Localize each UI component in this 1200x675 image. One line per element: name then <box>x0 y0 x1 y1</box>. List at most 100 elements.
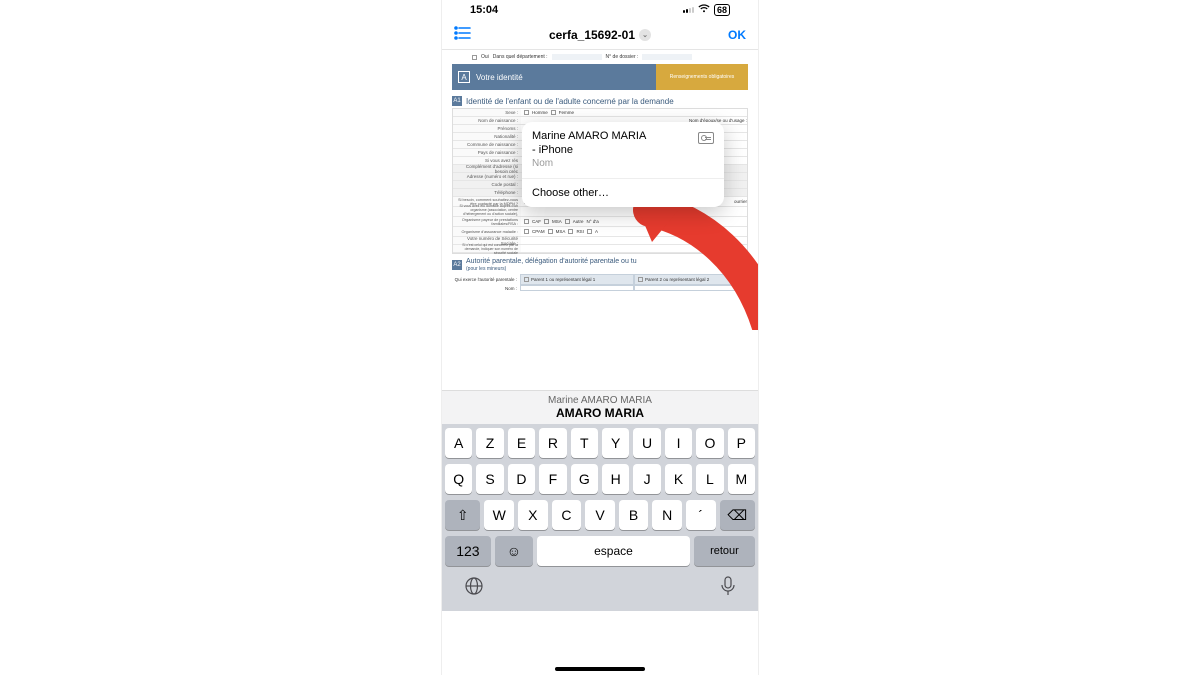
battery-icon: 68 <box>714 4 730 16</box>
key-e[interactable]: E <box>508 428 535 458</box>
key-a[interactable]: A <box>445 428 472 458</box>
dossier-field[interactable] <box>642 54 692 60</box>
key-j[interactable]: J <box>633 464 660 494</box>
key-row-2: Q S D F G H J K L M <box>445 464 755 494</box>
field-p1-nom[interactable] <box>520 285 634 291</box>
cb-femme[interactable] <box>551 110 556 115</box>
lbl-nss2: Si c'est celui qui est concerné par la d… <box>453 245 521 252</box>
lbl-nom-naissance: Nom de naissance : <box>453 117 521 124</box>
lbl-femme: Femme <box>559 110 574 115</box>
lbl-rsi: RSI <box>576 229 584 234</box>
oui-checkbox[interactable] <box>472 55 477 60</box>
key-v[interactable]: V <box>585 500 615 530</box>
status-bar: 15:04 68 <box>442 0 758 20</box>
lbl-a: A <box>595 229 598 234</box>
cb-homme[interactable] <box>524 110 529 115</box>
lbl-addr: Adresse (numéro et rue) : <box>453 173 521 180</box>
autofill-choose-other[interactable]: Choose other… <box>522 179 724 207</box>
lbl-cp: Code postal : <box>453 181 521 188</box>
autofill-other-label: Choose other… <box>532 187 609 199</box>
a1-badge: A1 <box>452 96 462 106</box>
dossier-label: N° de dossier : <box>606 54 639 60</box>
lbl-p1: Parent 1 ou représentant légal 1 <box>531 277 595 282</box>
cb-cpam[interactable] <box>524 229 529 234</box>
key-i[interactable]: I <box>665 428 692 458</box>
key-p[interactable]: P <box>728 428 755 458</box>
key-z[interactable]: Z <box>476 428 503 458</box>
status-time: 15:04 <box>470 4 498 16</box>
key-shift[interactable]: ⇧ <box>445 500 480 530</box>
lbl-homme: Homme <box>532 110 548 115</box>
lbl-dom: Si vous avez élu domicile auprès d'un or… <box>453 207 521 216</box>
key-row-1: A Z E R T Y U I O P <box>445 428 755 458</box>
key-k[interactable]: K <box>665 464 692 494</box>
cb-msa2[interactable] <box>548 229 553 234</box>
lbl-orgp: Organisme payeur de prestations familial… <box>453 217 521 226</box>
key-s[interactable]: S <box>476 464 503 494</box>
tab-parent1[interactable]: Parent 1 ou représentant légal 1 <box>520 274 634 285</box>
lbl-msa2: MSA <box>556 229 566 234</box>
key-c[interactable]: C <box>552 500 582 530</box>
key-t[interactable]: T <box>571 428 598 458</box>
lbl-na: N° d'a <box>587 219 599 224</box>
phone-frame: 15:04 68 cerfa_15692-01 ⌄ OK Oui Dans qu… <box>441 0 759 675</box>
band-title: Votre identité <box>476 73 523 82</box>
autofill-popup: Marine AMARO MARIA - iPhone Nom Choose o… <box>522 122 724 207</box>
key-g[interactable]: G <box>571 464 598 494</box>
cb-p1[interactable] <box>524 277 529 282</box>
dept-field[interactable] <box>552 54 602 60</box>
key-m[interactable]: M <box>728 464 755 494</box>
document-viewport[interactable]: Oui Dans quel département : N° de dossie… <box>442 50 758 390</box>
lbl-caf: CAF <box>532 219 541 224</box>
key-x[interactable]: X <box>518 500 548 530</box>
ok-button[interactable]: OK <box>728 28 746 42</box>
key-r[interactable]: R <box>539 428 566 458</box>
quicktype-bar[interactable]: Marine AMARO MARIA AMARO MARIA <box>442 390 758 424</box>
cb-caf[interactable] <box>524 219 529 224</box>
autofill-device: - iPhone <box>532 144 646 158</box>
lbl-tel: Téléphone : <box>453 189 521 196</box>
home-indicator[interactable] <box>555 667 645 671</box>
lbl-pays: Pays de naissance : <box>453 149 521 156</box>
key-l[interactable]: L <box>696 464 723 494</box>
lbl-commune: Commune de naissance : <box>453 141 521 148</box>
cb-a[interactable] <box>587 229 592 234</box>
key-h[interactable]: H <box>602 464 629 494</box>
list-icon[interactable] <box>454 24 472 45</box>
doc-top-row: Oui Dans quel département : N° de dossie… <box>442 50 758 62</box>
lbl-prenoms: Prénoms : <box>453 125 521 132</box>
quicktype-line1: Marine AMARO MARIA <box>442 395 758 406</box>
key-f[interactable]: F <box>539 464 566 494</box>
key-return[interactable]: retour <box>694 536 755 566</box>
key-o[interactable]: O <box>696 428 723 458</box>
key-space[interactable]: espace <box>537 536 690 566</box>
key-backspace[interactable]: ⌫ <box>720 500 755 530</box>
key-n[interactable]: N <box>652 500 682 530</box>
key-b[interactable]: B <box>619 500 649 530</box>
mic-icon[interactable] <box>720 576 736 601</box>
lbl-nat: Nationalité : <box>453 133 521 140</box>
cb-msa1[interactable] <box>544 219 549 224</box>
lbl-exerce: Qui exerce l'autorité parentale : <box>452 274 520 285</box>
key-q[interactable]: Q <box>445 464 472 494</box>
key-u[interactable]: U <box>633 428 660 458</box>
cb-rsi[interactable] <box>568 229 573 234</box>
key-123[interactable]: 123 <box>445 536 491 566</box>
globe-icon[interactable] <box>464 576 484 601</box>
key-d[interactable]: D <box>508 464 535 494</box>
keyboard-bottom <box>442 569 758 611</box>
key-emoji[interactable]: ☺ <box>495 536 533 566</box>
cb-autre[interactable] <box>565 219 570 224</box>
doc-title[interactable]: cerfa_15692-01 ⌄ <box>549 28 651 42</box>
oui-label: Oui <box>481 54 489 60</box>
nav-bar: cerfa_15692-01 ⌄ OK <box>442 20 758 50</box>
autofill-suggestion[interactable]: Marine AMARO MARIA - iPhone Nom <box>522 122 724 179</box>
key-w[interactable]: W <box>484 500 514 530</box>
autofill-field: Nom <box>532 158 646 171</box>
key-row-4: 123 ☺ espace retour <box>445 536 755 566</box>
key-y[interactable]: Y <box>602 428 629 458</box>
key-accent[interactable]: ´ <box>686 500 716 530</box>
dept-label: Dans quel département : <box>493 54 548 60</box>
a2-sub: (pour les mineurs) <box>466 266 506 272</box>
lbl-a2-nom: Nom : <box>452 285 520 291</box>
